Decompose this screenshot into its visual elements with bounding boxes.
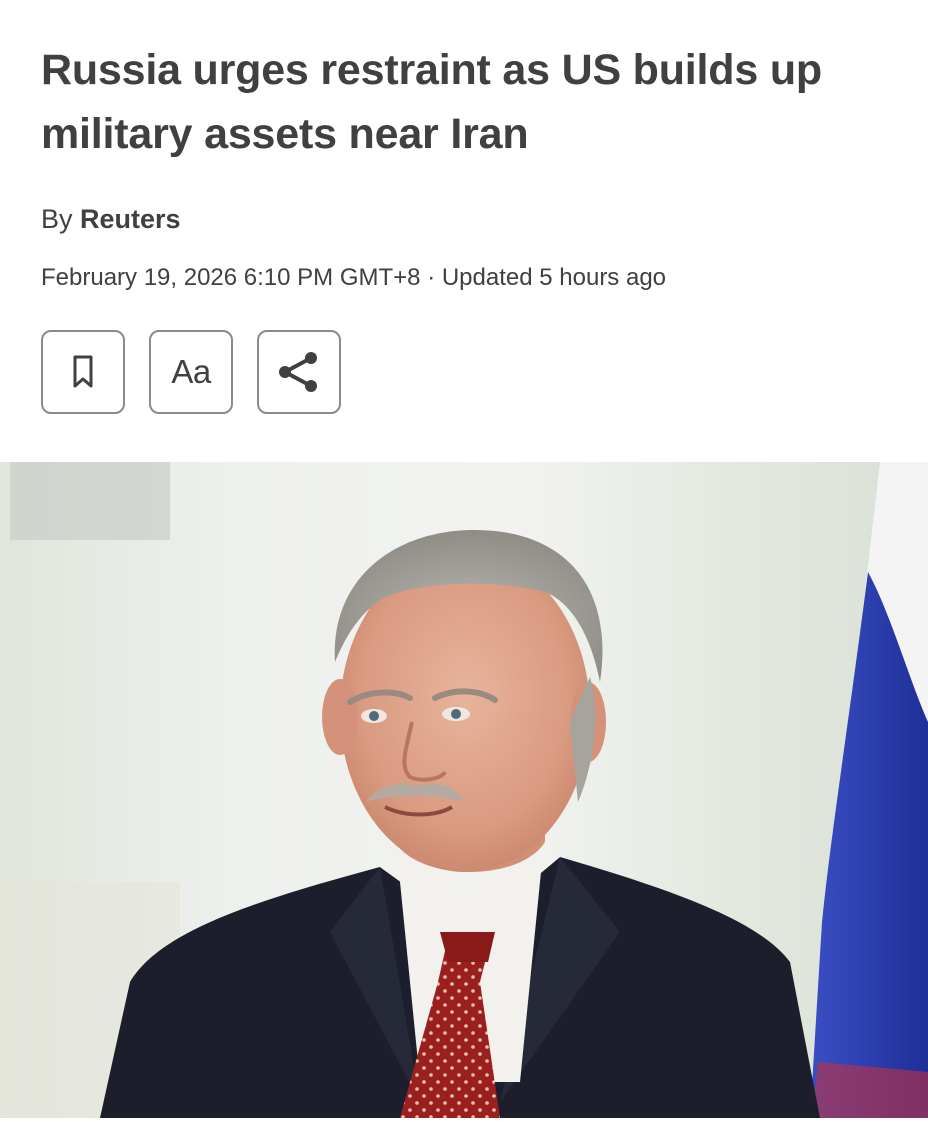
byline-prefix: By	[41, 204, 73, 234]
hero-photo	[0, 462, 928, 1118]
text-size-button[interactable]: Aa	[149, 330, 233, 414]
byline: By Reuters	[41, 202, 181, 236]
author-link[interactable]: Reuters	[80, 204, 181, 234]
share-icon	[279, 352, 317, 392]
article-actions: Aa	[41, 330, 341, 414]
share-button[interactable]	[257, 330, 341, 414]
article-header: Russia urges restraint as US builds up m…	[41, 38, 891, 166]
bookmark-icon	[73, 355, 93, 388]
text-size-label: Aa	[171, 353, 211, 390]
bookmark-button[interactable]	[41, 330, 125, 414]
dateline: February 19, 2026 6:10 PM GMT+8 · Update…	[41, 264, 667, 291]
hero-image	[0, 462, 928, 1118]
background-vent	[10, 462, 170, 540]
headline: Russia urges restraint as US builds up m…	[41, 46, 822, 158]
